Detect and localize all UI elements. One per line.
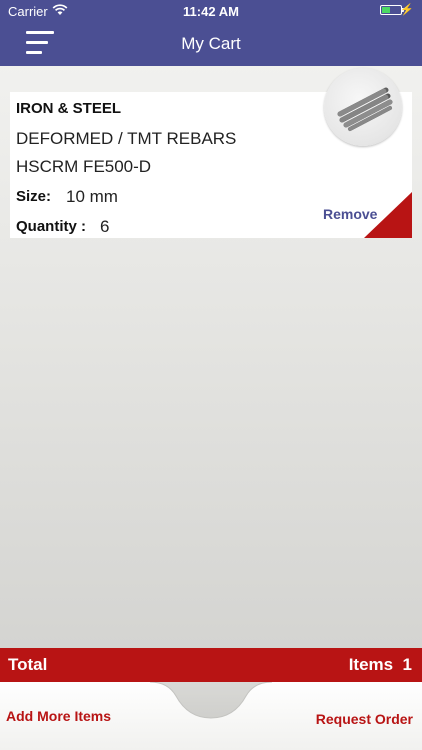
item-category: IRON & STEEL [16, 100, 122, 117]
rebar-image [337, 87, 393, 131]
battery-fill [382, 7, 390, 13]
product-thumbnail [324, 68, 402, 146]
total-label: Total [8, 655, 48, 674]
bottom-action-bar: Add More Items Request Order [0, 682, 422, 750]
status-bar: Carrier 11:42 AM ⚡ [0, 0, 422, 22]
battery-icon [380, 5, 404, 15]
quantity-value: 6 [100, 217, 110, 236]
status-time: 11:42 AM [183, 4, 239, 19]
add-more-items-button[interactable]: Add More Items [6, 708, 111, 724]
charging-icon: ⚡ [400, 4, 414, 16]
size-value: 10 mm [66, 187, 118, 206]
item-product-grade: HSCRM FE500-D [16, 157, 152, 176]
app-header: Carrier 11:42 AM ⚡ My Cart [0, 0, 422, 66]
request-order-button[interactable]: Request Order [316, 711, 413, 727]
item-product-name: DEFORMED / TMT REBARS [16, 129, 237, 148]
items-count: Items 1 [348, 655, 412, 674]
total-bar: Total Items 1 [0, 648, 422, 682]
size-label: Size: [16, 188, 52, 205]
page-title: My Cart [181, 34, 241, 53]
remove-button[interactable]: Remove [323, 206, 377, 222]
quantity-label: Quantity : [16, 218, 86, 235]
